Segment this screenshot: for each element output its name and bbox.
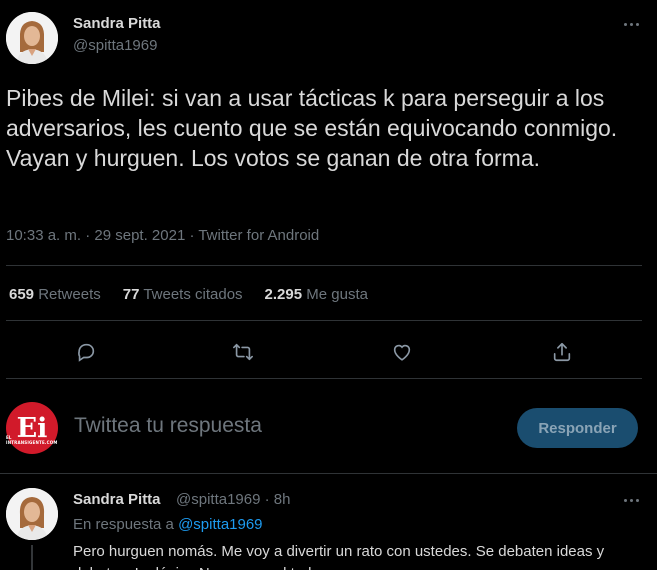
author-handle[interactable]: @spitta1969 <box>73 37 157 54</box>
quote-tweets-label: Tweets citados <box>143 286 243 303</box>
retweet-icon[interactable] <box>229 338 257 366</box>
retweets-label: Retweets <box>38 286 101 303</box>
account-logo[interactable]: Ei EL INTRANSIGENTE.COM <box>6 402 58 454</box>
tweet-text: Pibes de Milei: si van a usar tácticas k… <box>6 85 618 171</box>
reply-author-name[interactable]: Sandra Pitta <box>73 491 161 508</box>
avatar-photo-icon <box>6 488 58 540</box>
author-avatar[interactable] <box>6 12 58 64</box>
divider <box>0 473 657 474</box>
retweets-stat[interactable]: 659 Retweets <box>9 286 101 303</box>
divider <box>6 265 642 266</box>
reply-author-avatar[interactable] <box>6 488 58 540</box>
replying-to-prefix: En respuesta a <box>73 516 174 533</box>
more-options-icon[interactable] <box>619 488 643 512</box>
likes-count: 2.295 <box>264 286 303 303</box>
divider <box>6 378 642 379</box>
likes-stat[interactable]: 2.295 Me gusta <box>265 286 368 303</box>
share-icon[interactable] <box>548 338 576 366</box>
like-icon[interactable] <box>388 338 416 366</box>
reply-author-handle-time[interactable]: @spitta1969 · 8h <box>176 491 290 508</box>
quote-tweets-stat[interactable]: 77 Tweets citados <box>123 286 243 303</box>
replying-to: En respuesta a @spitta1969 <box>73 516 263 533</box>
tweet-metadata[interactable]: 10:33 a. m. · 29 sept. 2021 · Twitter fo… <box>6 227 319 244</box>
reply-icon[interactable] <box>72 338 100 366</box>
author-name[interactable]: Sandra Pitta <box>73 15 161 32</box>
likes-label: Me gusta <box>306 286 368 303</box>
logo-subtext: EL INTRANSIGENTE.COM <box>6 435 58 445</box>
quote-tweets-count: 77 <box>122 286 140 303</box>
retweets-count: 659 <box>9 286 35 303</box>
replying-to-handle-link[interactable]: @spitta1969 <box>178 516 262 533</box>
reply-input[interactable]: Twittea tu respuesta <box>74 414 262 438</box>
reply-button[interactable]: Responder <box>517 408 638 448</box>
divider <box>6 320 642 321</box>
more-options-icon[interactable] <box>619 12 643 36</box>
reply-text: Pero hurguen nomás. Me voy a divertir un… <box>73 543 605 570</box>
engagement-stats: 659 Retweets 77 Tweets citados 2.295 Me … <box>9 286 368 303</box>
avatar-photo-icon <box>6 12 58 64</box>
thread-line <box>31 545 33 570</box>
